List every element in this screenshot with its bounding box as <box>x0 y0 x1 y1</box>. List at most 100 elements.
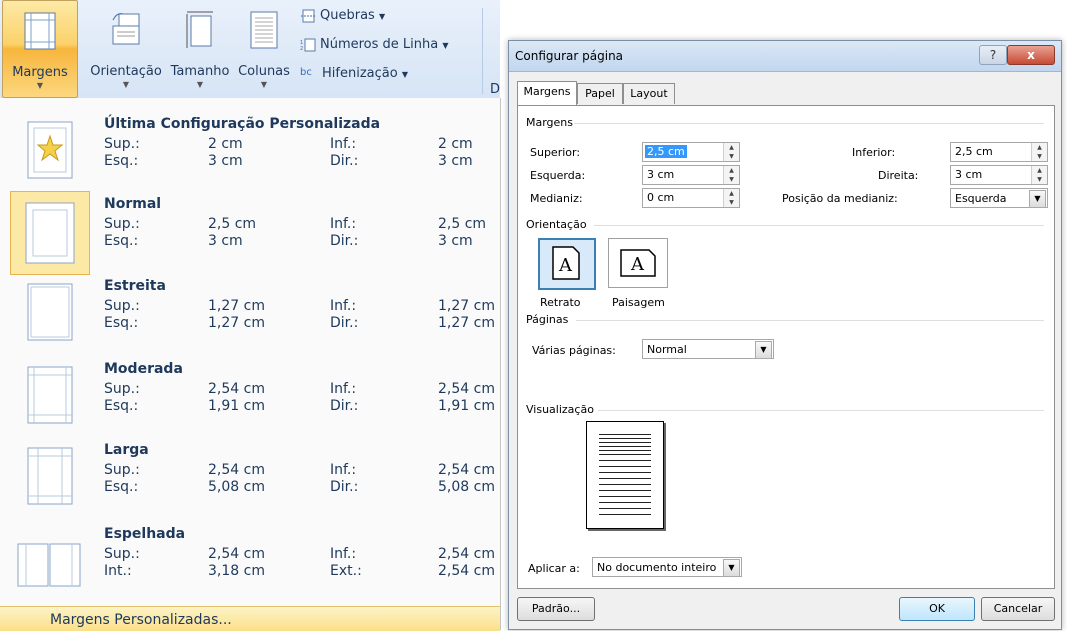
spin-up-icon[interactable]: ▲ <box>724 189 739 198</box>
landscape-option[interactable]: A <box>608 238 668 288</box>
hyphenation-button[interactable]: bc Hifenização ▼ <box>300 66 408 81</box>
medianiz-value[interactable]: 0 cm <box>645 191 676 204</box>
multiple-pages-value: Normal <box>647 343 687 356</box>
spin-up-icon[interactable]: ▲ <box>1032 166 1047 175</box>
multiple-pages-label: Várias páginas: <box>532 344 616 357</box>
portrait-page-icon: A <box>552 246 580 280</box>
custom-margins-menu-item[interactable]: Margens Personalizadas... <box>0 606 500 631</box>
close-button[interactable]: x <box>1007 45 1055 65</box>
preset-title: Estreita <box>104 278 166 294</box>
columns-icon <box>250 11 278 49</box>
spin-down-icon[interactable]: ▼ <box>724 175 739 184</box>
group-label-pages: Páginas <box>526 313 569 326</box>
esquerda-value[interactable]: 3 cm <box>645 168 676 181</box>
group-divider <box>574 123 1044 124</box>
spin-up-icon[interactable]: ▲ <box>724 143 739 152</box>
inferior-value[interactable]: 2,5 cm <box>953 145 995 158</box>
spin-down-icon[interactable]: ▼ <box>724 152 739 161</box>
dialog-title-bar[interactable]: Configurar página ? x <box>509 41 1061 72</box>
preset-title: Espelhada <box>104 526 186 542</box>
superior-value[interactable]: 2,5 cm <box>645 145 687 158</box>
svg-text:A: A <box>630 254 645 275</box>
esquerda-spinner[interactable]: 3 cm ▲ ▼ <box>642 165 740 185</box>
portrait-option[interactable]: A <box>538 238 596 290</box>
margin-preset-narrow[interactable]: Estreita Sup.: 1,27 cm Inf.: 1,27 cm Esq.:… <box>0 270 500 356</box>
star-page-icon <box>27 121 73 179</box>
pos-medianiz-select[interactable]: Esquerda ▼ <box>950 188 1048 208</box>
margin-preset-wide[interactable]: Larga Sup.: 2,54 cm Inf.: 2,54 cm Esq.: 5,0… <box>0 434 500 520</box>
margin-preset-mirrored[interactable]: Espelhada Sup.: 2,54 cm Inf.: 2,54 cm Int.… <box>0 518 500 604</box>
esquerda-label: Esquerda: <box>530 169 586 182</box>
group-divider <box>598 410 1044 411</box>
chevron-down-icon[interactable]: ▼ <box>723 559 740 577</box>
tab-layout[interactable]: Layout <box>623 83 675 104</box>
page-size-icon <box>186 11 213 48</box>
spin-up-icon[interactable]: ▲ <box>1032 143 1047 152</box>
chevron-down-icon: ▼ <box>260 80 268 89</box>
group-label-orientation: Orientação <box>526 218 587 231</box>
spin-down-icon[interactable]: ▼ <box>724 198 739 207</box>
page-margins-icon <box>27 447 73 505</box>
margin-preset-moderate[interactable]: Moderada Sup.: 2,54 cm Inf.: 2,54 cm Esq.:… <box>0 353 500 439</box>
spin-down-icon[interactable]: ▼ <box>1032 152 1047 161</box>
spin-up-icon[interactable]: ▲ <box>724 166 739 175</box>
margins-button[interactable]: Margens ▼ <box>2 0 78 98</box>
portrait-label[interactable]: Retrato <box>540 296 581 309</box>
default-button[interactable]: Padrão... <box>517 597 595 621</box>
svg-text:2: 2 <box>300 46 303 52</box>
margin-preset-last-custom[interactable]: Última Configuração Personalizada Sup.: 2… <box>0 108 500 194</box>
help-button[interactable]: ? <box>979 45 1007 65</box>
line-numbers-icon: 12 <box>300 38 316 52</box>
landscape-page-icon: A <box>620 249 656 277</box>
superior-spinner[interactable]: 2,5 cm ▲ ▼ <box>642 142 740 162</box>
multiple-pages-select[interactable]: Normal ▼ <box>642 339 774 359</box>
page-setup-dialog: Configurar página ? x Margens Papel Layo… <box>508 40 1062 630</box>
page-preview <box>586 421 664 529</box>
orientation-icon <box>112 13 140 45</box>
size-button[interactable]: Tamanho ▼ <box>164 0 236 96</box>
medianiz-label: Medianiz: <box>530 192 583 205</box>
columns-label: Colunas <box>238 64 290 79</box>
tab-paper[interactable]: Papel <box>577 83 623 104</box>
chevron-down-icon[interactable]: ▼ <box>1029 190 1046 208</box>
chevron-down-icon: ▼ <box>122 80 130 89</box>
apply-to-label: Aplicar a: <box>528 562 580 575</box>
cancel-button[interactable]: Cancelar <box>981 597 1055 621</box>
margins-label: Margens <box>12 65 68 80</box>
columns-button[interactable]: Colunas ▼ <box>230 0 298 96</box>
custom-margins-label: Margens Personalizadas... <box>50 612 232 628</box>
preset-title: Moderada <box>104 361 183 377</box>
page-margins-icon <box>27 283 73 341</box>
line-numbers-button[interactable]: 1 2 Números de Linha ▼ <box>300 37 449 52</box>
inferior-label: Inferior: <box>852 146 896 159</box>
chevron-down-icon: ▼ <box>196 80 204 89</box>
preset-title: Normal <box>104 196 162 212</box>
direita-spinner[interactable]: 3 cm ▲ ▼ <box>950 165 1048 185</box>
apply-to-select[interactable]: No documento inteiro ▼ <box>592 557 742 577</box>
chevron-down-icon: ▼ <box>442 41 449 50</box>
preset-title: Larga <box>104 442 149 458</box>
group-label-margins: Margens <box>526 116 574 129</box>
group-divider <box>594 225 1044 226</box>
margin-preset-normal[interactable]: Normal Sup.: 2,5 cm Inf.: 2,5 cm Esq.: 3 cm… <box>0 188 500 275</box>
orientation-button[interactable]: Orientação ▼ <box>80 0 172 96</box>
ok-button[interactable]: OK <box>899 597 975 621</box>
margins-icon <box>24 12 56 50</box>
svg-text:A: A <box>558 255 573 276</box>
spin-down-icon[interactable]: ▼ <box>1032 175 1047 184</box>
tab-margins[interactable]: Margens <box>517 81 577 105</box>
chevron-down-icon[interactable]: ▼ <box>755 341 772 359</box>
size-label: Tamanho <box>170 64 230 79</box>
medianiz-spinner[interactable]: 0 cm ▲ ▼ <box>642 188 740 208</box>
landscape-label[interactable]: Paisagem <box>612 296 665 309</box>
inferior-spinner[interactable]: 2,5 cm ▲ ▼ <box>950 142 1048 162</box>
next-group-label: D <box>490 82 501 97</box>
dialog-title: Configurar página <box>515 49 624 63</box>
page-margins-icon <box>25 202 75 264</box>
direita-value[interactable]: 3 cm <box>953 168 984 181</box>
margins-tab-panel: Margens Superior: 2,5 cm ▲ ▼ Inferior: 2,… <box>517 105 1055 589</box>
page-margins-icon <box>27 366 73 424</box>
breaks-button[interactable]: Quebras ▼ <box>300 8 385 23</box>
line-numbers-label: Números de Linha <box>320 37 439 52</box>
group-divider <box>576 320 1044 321</box>
